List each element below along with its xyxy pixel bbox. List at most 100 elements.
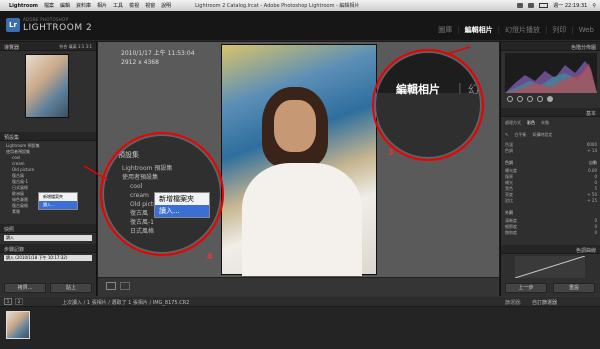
brand-line1: ADOBE PHOTOSHOP — [23, 17, 69, 22]
module-slideshow[interactable]: 幻燈片播放 — [505, 25, 540, 35]
histogram — [505, 53, 597, 93]
battery-icon[interactable] — [539, 3, 549, 8]
histogram-title: 色階分佈圖 — [570, 45, 596, 51]
graduated-filter-icon[interactable] — [537, 96, 543, 102]
filmstrip-source-path[interactable]: 上次讀入 / 1 張相片 / 選取了 1 張相片 / IMG_8175.CR2 — [62, 299, 189, 306]
left-panel: 導覽器 符合 填滿 1:1 3:1 預設集 Lightroom 預設集 使用者預… — [0, 42, 97, 296]
navigator-header[interactable]: 導覽器 符合 填滿 1:1 3:1 — [0, 42, 96, 51]
photo-face — [274, 100, 316, 152]
navigator-title: 導覽器 — [4, 45, 20, 51]
slider-value[interactable]: 0 — [594, 230, 597, 236]
module-print[interactable]: 列印 — [552, 25, 566, 35]
filter-label: 篩選器: — [505, 300, 522, 306]
previous-button[interactable]: 上一步 — [505, 283, 547, 293]
wb-eyedropper-icon[interactable]: ✎ — [505, 132, 508, 138]
tone-sliders: 曝光度 0.00 復原 0 補光 0 黑色 5 亮度 + 50 對比 + 25 — [505, 168, 597, 204]
history-header[interactable]: 步驟記錄 — [0, 244, 96, 253]
photo-dimensions: 2912 x 4368 — [121, 59, 159, 66]
menu-app[interactable]: Lightroom — [9, 3, 38, 9]
filmstrip-bar: 1 2 上次讀入 / 1 張相片 / 選取了 1 張相片 / IMG_8175.… — [0, 297, 600, 307]
redeye-icon[interactable] — [527, 96, 533, 102]
history-item[interactable]: 讀入 (2010/1/18 下午 10:17:32) — [4, 255, 92, 261]
page-2-button[interactable]: 2 — [15, 298, 23, 305]
annotation-label-4: 4 — [207, 252, 213, 261]
identity-plate: Lr ADOBE PHOTOSHOP LIGHTROOM 2 圖庫 | 編輯相片 |… — [0, 11, 600, 41]
right-panel: 色階分佈圖 基本 處理方式 彩色 灰階 ✎ 白平衡 如攝時設定 色溫 6000 色… — [500, 42, 600, 296]
crop-tool-icon[interactable] — [507, 96, 513, 102]
wifi-icon[interactable] — [517, 3, 524, 8]
menu-new-folder[interactable]: 新增檔案夾 — [39, 193, 77, 201]
menu-file[interactable]: 檔案 — [44, 2, 54, 9]
wb-value[interactable]: 如攝時設定 — [532, 132, 552, 138]
menu-library[interactable]: 資料庫 — [76, 2, 91, 9]
module-library[interactable]: 圖庫 — [438, 25, 452, 35]
treatment-label: 處理方式 — [505, 120, 521, 125]
volume-icon[interactable] — [528, 3, 535, 8]
before-after-icon[interactable] — [120, 282, 130, 290]
module-web[interactable]: Web — [579, 26, 594, 34]
treatment-grayscale[interactable]: 灰階 — [541, 120, 549, 126]
snapshots-header[interactable]: 快照 — [0, 224, 96, 233]
wb-sliders: 色溫 6000 色調 + 14 — [505, 142, 597, 154]
presets-header[interactable]: 預設集 — [0, 132, 96, 141]
tone-curve-graph[interactable] — [515, 256, 585, 278]
module-develop[interactable]: 編輯相片 — [465, 25, 493, 35]
photo-info-overlay: 2010/1/17 上午 11:53:04 2912 x 4368 — [121, 49, 195, 67]
main-photo[interactable] — [221, 44, 377, 276]
filmstrip-thumbnail[interactable] — [6, 311, 30, 339]
paste-button[interactable]: 貼上 — [50, 283, 92, 293]
annotation-label-3: 3 — [388, 148, 394, 157]
presets-list: Lightroom 預設集 使用者預設集 cool cream Old pict… — [6, 143, 40, 215]
develop-toolbar — [98, 277, 499, 296]
navigator-zoom-options[interactable]: 符合 填滿 1:1 3:1 — [59, 44, 92, 50]
clock[interactable]: 週一 22:19:31 — [553, 2, 587, 9]
slider-label: 對比 — [505, 198, 513, 203]
slider-label: 飽和度 — [505, 230, 517, 235]
filmstrip: 1 2 上次讀入 / 1 張相片 / 選取了 1 張相片 / IMG_8175.… — [0, 296, 600, 349]
snapshots-title: 快照 — [4, 227, 15, 233]
slider-label: 色調 — [505, 148, 513, 153]
presets-title: 預設集 — [4, 135, 20, 141]
context-menu: 新增檔案夾 讀入... — [38, 192, 78, 210]
menu-import[interactable]: 讀入... — [39, 201, 77, 209]
tone-auto-button[interactable]: 自動 — [589, 160, 597, 166]
brand-line2: LIGHTROOM 2 — [23, 23, 93, 33]
basic-panel: 處理方式 彩色 灰階 ✎ 白平衡 如攝時設定 色溫 6000 色調 + 14 色調 … — [505, 120, 597, 236]
page-1-button[interactable]: 1 — [4, 298, 12, 305]
loupe-view-icon[interactable] — [106, 282, 116, 290]
slider-value[interactable]: + 25 — [587, 198, 597, 204]
menu-help[interactable]: 說明 — [161, 2, 171, 9]
spot-removal-icon[interactable] — [517, 96, 523, 102]
menu-photo[interactable]: 相片 — [97, 2, 107, 9]
copy-button[interactable]: 拷貝... — [4, 283, 46, 293]
menu-view[interactable]: 檢視 — [129, 2, 139, 9]
presence-title: 外觀 — [505, 210, 513, 215]
filter-select[interactable]: 自訂篩選器 — [532, 299, 557, 306]
preset-item[interactable]: 素雅 — [6, 209, 40, 215]
menu-window[interactable]: 視窗 — [145, 2, 155, 9]
capture-date: 2010/1/17 上午 11:53:04 — [121, 50, 195, 57]
history-title: 步驟記錄 — [4, 247, 25, 253]
annotation-ring-4 — [100, 132, 224, 256]
adjustment-brush-icon[interactable] — [547, 96, 553, 102]
treatment-color[interactable]: 彩色 — [527, 120, 535, 126]
menu-edit[interactable]: 編輯 — [60, 2, 70, 9]
tone-title: 色調 — [505, 160, 513, 165]
snapshot-item[interactable]: 讀入 — [4, 235, 92, 241]
photo-dress — [242, 163, 362, 276]
slider-value[interactable]: + 14 — [587, 148, 597, 154]
tone-curve-title: 色調曲線 — [575, 248, 596, 254]
spotlight-icon[interactable]: ⚲ — [592, 3, 596, 9]
window-title: Lightroom 2 Catalog.lrcat - Adobe Photos… — [195, 3, 360, 9]
tone-curve-header[interactable]: 色調曲線 — [501, 245, 600, 254]
tool-strip — [507, 96, 553, 102]
mac-menubar: Lightroom 檔案 編輯 資料庫 相片 工具 檢視 視窗 說明 Light… — [0, 0, 600, 11]
annotation-ring-3 — [372, 49, 484, 161]
presence-sliders: 清晰度 0 細節度 0 飽和度 0 — [505, 218, 597, 236]
reset-button[interactable]: 重設 — [553, 283, 595, 293]
histogram-header[interactable]: 色階分佈圖 — [501, 42, 600, 51]
navigator-preview[interactable] — [25, 54, 69, 118]
basic-header[interactable]: 基本 — [501, 108, 600, 117]
menu-tools[interactable]: 工具 — [113, 2, 123, 9]
basic-title: 基本 — [585, 111, 596, 117]
